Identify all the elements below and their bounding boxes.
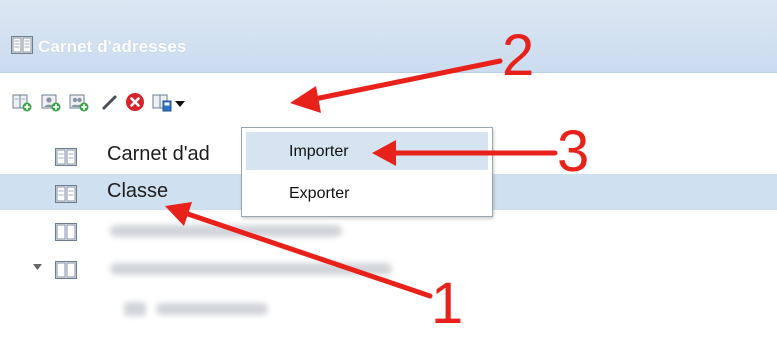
- arrow-2-head: [290, 86, 321, 113]
- annotation-number-1: 1: [431, 271, 464, 336]
- annotation-number-2: 2: [502, 23, 535, 88]
- arrow-1-head: [165, 202, 192, 226]
- arrow-3-head: [372, 140, 396, 166]
- annotation-arrows: [165, 58, 558, 299]
- arrow-1: [179, 209, 433, 299]
- annotation-number-3: 3: [557, 119, 590, 184]
- arrow-2: [302, 58, 503, 104]
